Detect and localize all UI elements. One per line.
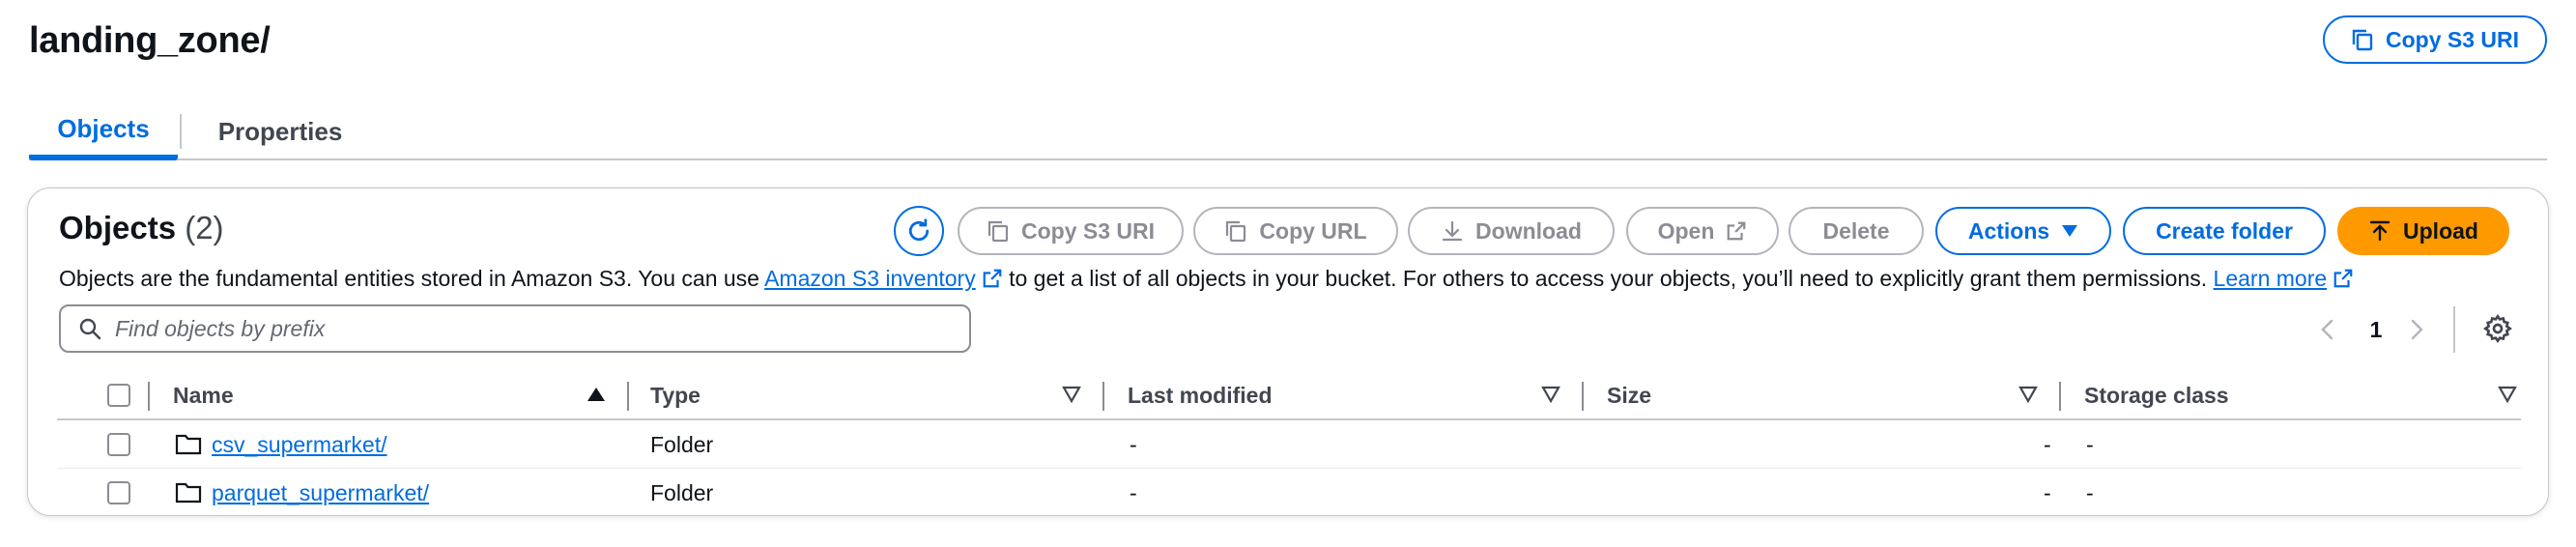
delete-label: Delete	[1822, 217, 1890, 244]
open-button[interactable]: Open	[1626, 207, 1779, 255]
copy-icon	[2352, 29, 2373, 51]
column-separator[interactable]	[1102, 382, 1104, 411]
object-type-cell: Folder	[650, 431, 714, 457]
objects-heading: Objects (2)	[59, 210, 224, 246]
column-header-last-modified[interactable]: Last modified	[1128, 372, 1273, 418]
objects-count: (2)	[185, 210, 224, 245]
copy-url-label: Copy URL	[1259, 217, 1367, 244]
copy-s3-uri-header-label: Copy S3 URI	[2385, 26, 2520, 52]
upload-icon	[2369, 220, 2390, 242]
table-row: parquet_supermarket/ Folder - - -	[57, 469, 2521, 517]
folder-icon	[175, 482, 202, 504]
description-text-start: Objects are the fundamental entities sto…	[59, 266, 759, 291]
object-storage-class-cell: -	[2086, 479, 2094, 505]
objects-panel: Objects (2) Copy S3 URI Copy URL Downloa…	[27, 187, 2549, 516]
s3-inventory-link[interactable]: Amazon S3 inventory	[764, 266, 976, 291]
caret-down-icon	[2062, 225, 2078, 237]
delete-button[interactable]: Delete	[1789, 207, 1924, 255]
select-all-checkbox[interactable]	[107, 384, 130, 407]
next-page-button[interactable]	[2407, 308, 2426, 351]
object-name-cell[interactable]: parquet_supermarket/	[212, 469, 429, 517]
sort-icon	[2498, 386, 2517, 403]
external-link-icon	[2333, 269, 2353, 288]
learn-more-link-label: Learn more	[2213, 266, 2328, 291]
tab-bar: Objects Properties	[29, 104, 2547, 160]
row-checkbox[interactable]	[107, 433, 130, 456]
column-header-name[interactable]: Name	[173, 372, 234, 418]
preferences-button[interactable]	[2482, 313, 2513, 349]
chevron-right-icon	[2411, 319, 2423, 340]
external-link-icon	[983, 269, 1002, 288]
sort-icon	[2018, 386, 2038, 403]
column-header-type[interactable]: Type	[650, 372, 701, 418]
object-last-modified-cell: -	[1130, 431, 1137, 457]
current-page-number[interactable]: 1	[2364, 308, 2388, 351]
copy-icon	[987, 220, 1009, 243]
tab-properties[interactable]: Properties	[184, 104, 377, 158]
actions-dropdown-button[interactable]: Actions	[1935, 207, 2111, 255]
upload-label: Upload	[2403, 217, 2478, 244]
object-name-cell[interactable]: csv_supermarket/	[212, 420, 387, 469]
page-header: landing_zone/ Copy S3 URI	[29, 15, 2547, 77]
column-separator[interactable]	[1582, 382, 1584, 411]
objects-heading-title: Objects	[59, 210, 177, 245]
page-title: landing_zone/	[29, 20, 271, 61]
upload-button[interactable]: Upload	[2337, 207, 2509, 255]
copy-url-button[interactable]: Copy URL	[1193, 207, 1398, 255]
object-type-cell: Folder	[650, 479, 714, 505]
object-size-cell: -	[2044, 479, 2051, 505]
copy-icon	[1226, 220, 1246, 243]
chevron-left-icon	[2321, 319, 2333, 340]
download-icon	[1442, 220, 1463, 242]
search-input[interactable]	[115, 315, 946, 342]
refresh-button[interactable]	[894, 206, 944, 256]
sort-icon	[1541, 386, 1560, 403]
sort-ascending-icon	[587, 388, 605, 401]
object-storage-class-cell: -	[2086, 431, 2094, 457]
column-header-size[interactable]: Size	[1607, 372, 1651, 418]
tab-objects[interactable]: Objects	[29, 104, 178, 160]
tab-divider	[180, 114, 182, 149]
object-last-modified-cell: -	[1130, 479, 1137, 505]
column-separator[interactable]	[627, 382, 629, 411]
copy-s3-uri-button[interactable]: Copy S3 URI	[958, 207, 1184, 255]
actions-label: Actions	[1967, 217, 2050, 244]
object-size-cell: -	[2044, 431, 2051, 457]
download-label: Download	[1475, 217, 1582, 244]
object-name-link[interactable]: parquet_supermarket/	[212, 480, 429, 506]
column-separator	[148, 382, 150, 411]
copy-s3-uri-label: Copy S3 URI	[1020, 217, 1156, 244]
external-link-icon	[1728, 221, 1746, 241]
download-button[interactable]: Download	[1408, 207, 1615, 255]
sort-icon	[1062, 386, 1081, 403]
column-separator[interactable]	[2059, 382, 2061, 411]
learn-more-link[interactable]: Learn more	[2214, 266, 2328, 291]
s3-inventory-link-label: Amazon S3 inventory	[764, 266, 976, 291]
previous-page-button[interactable]	[2318, 308, 2337, 351]
objects-description: Objects are the fundamental entities sto…	[59, 262, 2354, 295]
table-header: Name Type Last modified Size Storage cla…	[57, 372, 2521, 420]
objects-table: Name Type Last modified Size Storage cla…	[57, 372, 2521, 517]
create-folder-label: Create folder	[2156, 217, 2293, 244]
column-header-storage-class[interactable]: Storage class	[2084, 372, 2229, 418]
table-row: csv_supermarket/ Folder - - -	[57, 420, 2521, 469]
description-text-middle: to get a list of all objects in your buc…	[1009, 266, 2208, 291]
folder-icon	[175, 434, 202, 455]
create-folder-button[interactable]: Create folder	[2123, 207, 2326, 255]
object-name-link[interactable]: csv_supermarket/	[212, 432, 387, 458]
search-box	[59, 304, 971, 353]
search-icon	[79, 318, 101, 340]
row-checkbox[interactable]	[107, 481, 130, 504]
copy-s3-uri-header-button[interactable]: Copy S3 URI	[2323, 15, 2547, 64]
gear-icon	[2483, 313, 2512, 344]
pagination-divider	[2453, 306, 2455, 353]
refresh-icon	[908, 218, 930, 242]
open-label: Open	[1657, 217, 1715, 244]
